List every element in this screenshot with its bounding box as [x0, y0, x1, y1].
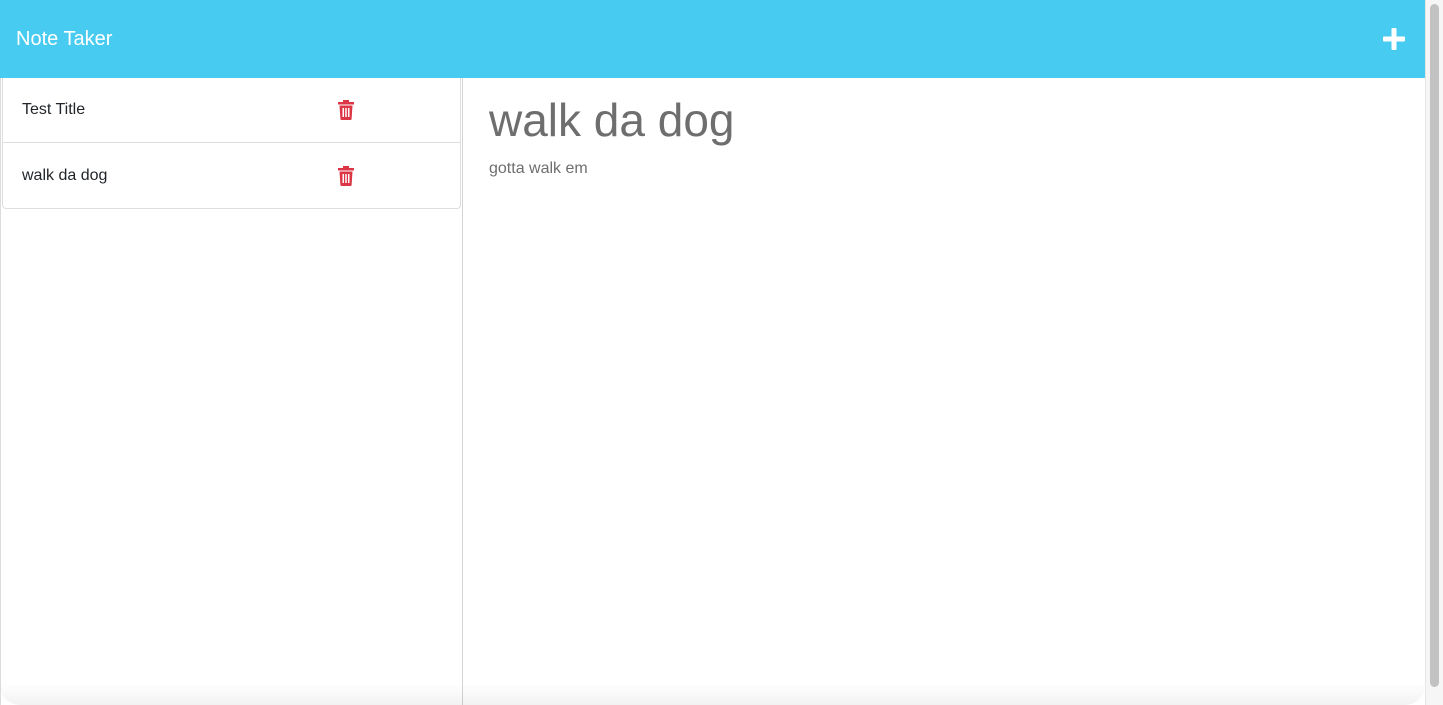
- note-text-area[interactable]: gotta walk em: [489, 160, 1399, 178]
- app-brand[interactable]: Note Taker: [16, 29, 112, 49]
- main-content: Test Title walk da dog walk da dog gotta…: [0, 78, 1425, 705]
- note-item-title: walk da dog: [22, 166, 108, 184]
- trash-icon[interactable]: [338, 165, 354, 186]
- note-list: Test Title walk da dog: [2, 78, 461, 209]
- note-item-title: Test Title: [22, 101, 86, 118]
- note-title-input[interactable]: walk da dog: [489, 95, 1399, 143]
- list-item[interactable]: Test Title: [3, 78, 460, 143]
- new-note-button[interactable]: [1381, 26, 1407, 52]
- notes-sidebar: Test Title walk da dog: [0, 78, 463, 705]
- scrollbar-thumb[interactable]: [1430, 4, 1439, 687]
- note-taker-app: Note Taker Test Title walk da dog walk d…: [0, 0, 1443, 705]
- navbar: Note Taker: [0, 0, 1425, 78]
- trash-icon[interactable]: [338, 100, 354, 120]
- note-editor: walk da dog gotta walk em: [463, 78, 1425, 705]
- page-scrollbar[interactable]: [1425, 0, 1443, 705]
- plus-icon: [1383, 28, 1405, 50]
- list-item[interactable]: walk da dog: [3, 143, 460, 208]
